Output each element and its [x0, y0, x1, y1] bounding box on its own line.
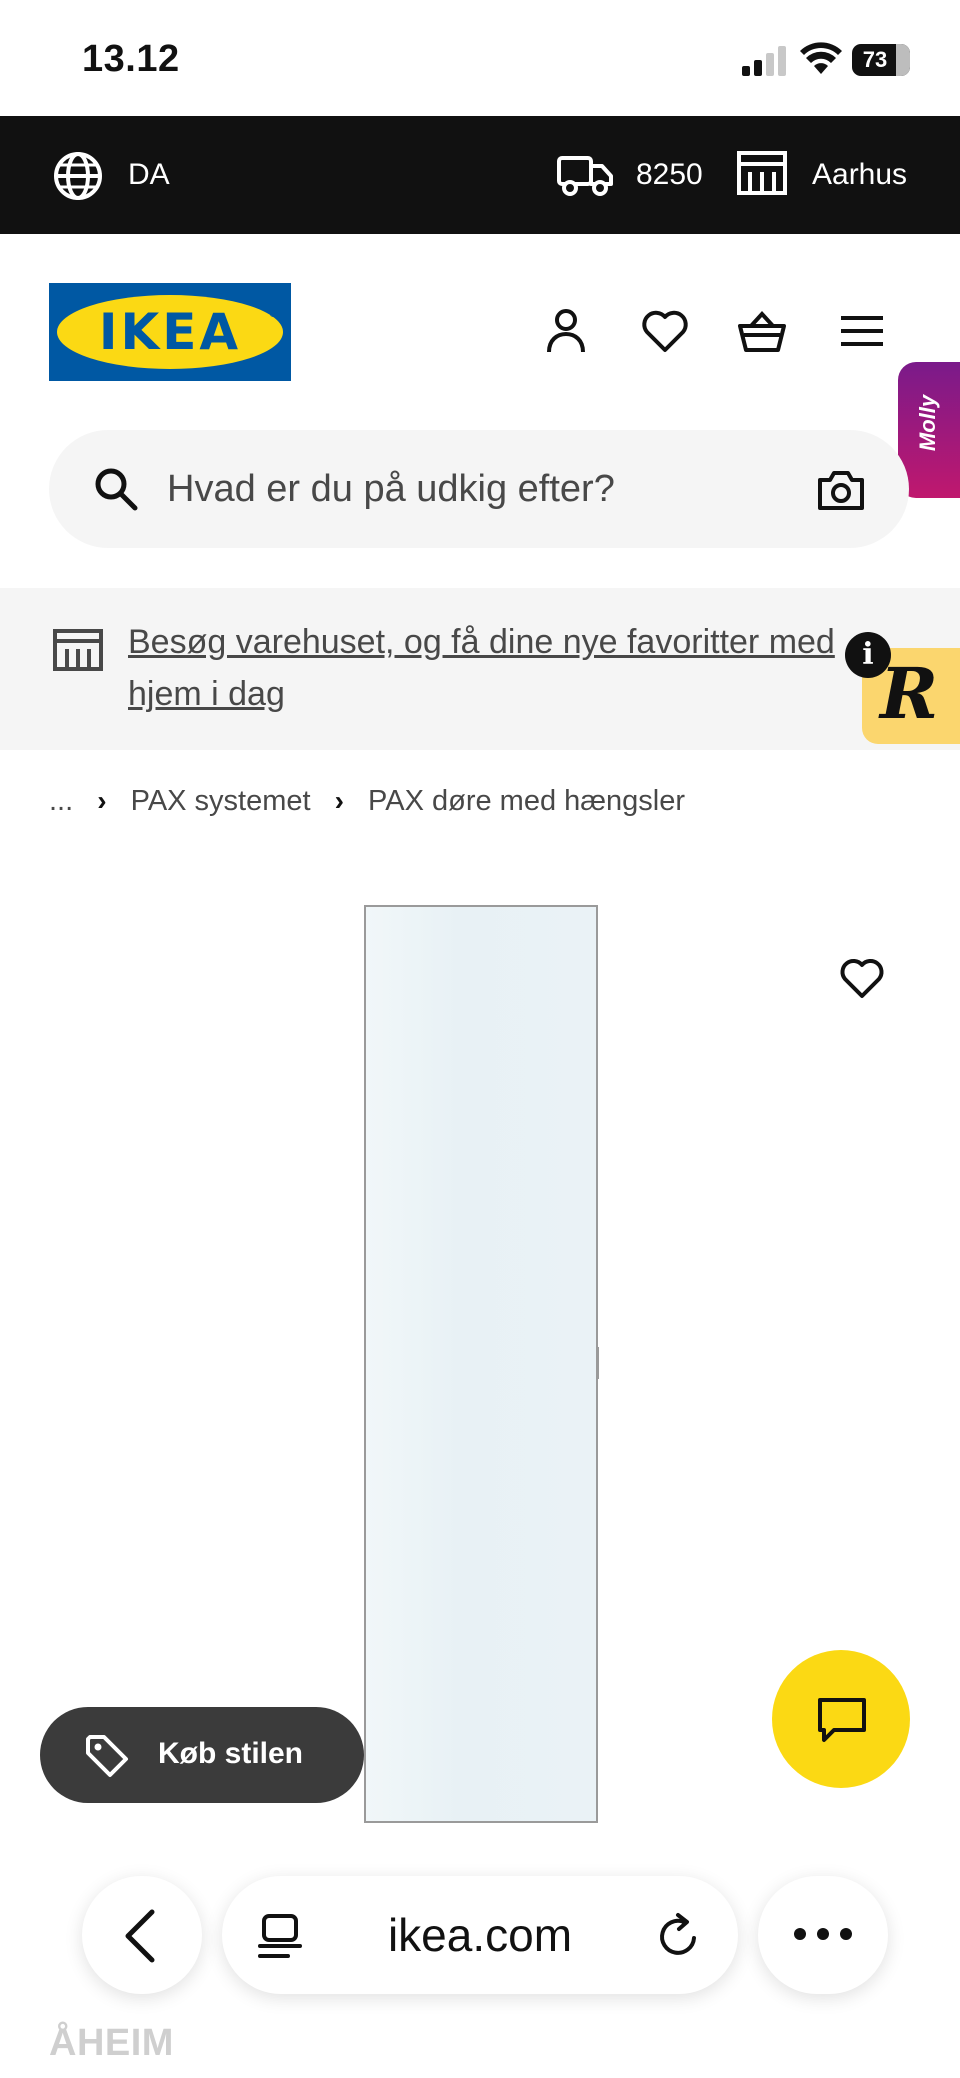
battery-indicator: 73 [852, 44, 910, 76]
reload-icon[interactable] [654, 1912, 702, 1960]
chevron-left-icon [125, 1909, 155, 1963]
camera-search-icon[interactable] [817, 468, 865, 512]
cellular-signal-icon [742, 46, 786, 76]
buy-the-style-label: Køb stilen [158, 1737, 304, 1770]
favourites-heart-icon[interactable] [640, 306, 690, 356]
chat-button[interactable] [772, 1650, 910, 1788]
molly-label: Molly [915, 394, 940, 452]
globe-icon[interactable] [52, 150, 104, 202]
delivery-postcode[interactable]: 8250 [636, 158, 703, 192]
search-icon [95, 468, 138, 511]
status-bar: 13.12 73 [0, 0, 960, 116]
battery-level: 73 [862, 47, 888, 72]
search-bar[interactable] [49, 430, 909, 548]
buy-the-style-button[interactable]: Køb stilen [40, 1707, 364, 1803]
breadcrumb-pax-doors[interactable]: PAX døre med hængsler [368, 785, 685, 818]
add-to-favourites-heart-icon[interactable] [838, 956, 886, 1000]
chevron-right-icon: › [334, 785, 344, 817]
wifi-icon [800, 42, 842, 74]
breadcrumb-pax-system[interactable]: PAX systemet [131, 785, 311, 818]
more-dots-icon [794, 1928, 852, 1940]
store-selector[interactable]: Aarhus [812, 158, 907, 192]
search-input[interactable] [167, 458, 727, 520]
status-time: 13.12 [82, 38, 180, 80]
ikea-logo[interactable]: IKEA ® [49, 283, 291, 381]
breadcrumb: ... › PAX systemet › PAX døre med hængsl… [49, 784, 685, 824]
delivery-truck-icon[interactable] [556, 152, 614, 198]
info-icon[interactable]: i [845, 632, 891, 678]
browser-more-button[interactable] [758, 1876, 888, 1994]
browser-address-bar[interactable]: ikea.com [222, 1876, 738, 1994]
logo-text: IKEA [98, 303, 242, 361]
shopping-basket-icon[interactable] [737, 306, 787, 356]
breadcrumb-ellipsis[interactable]: ... [49, 785, 73, 818]
language-selector[interactable]: DA [128, 158, 170, 192]
menu-icon[interactable] [837, 306, 887, 356]
chat-bubble-icon [818, 1698, 866, 1742]
chevron-right-icon: › [97, 785, 107, 817]
store-visit-banner: Besøg varehuset, og få dine nye favoritt… [0, 588, 960, 750]
product-image-mirror-door[interactable] [364, 905, 599, 1823]
locale-bar: DA 8250 Aarhus [0, 116, 960, 234]
store-visit-link[interactable]: Besøg varehuset, og få dine nye favoritt… [128, 616, 908, 720]
price-tag-icon [86, 1735, 128, 1777]
user-account-icon[interactable] [541, 306, 591, 356]
product-name: ÅHEIM [49, 2022, 174, 2064]
browser-back-button[interactable] [82, 1876, 202, 1994]
store-icon [53, 629, 103, 671]
store-icon[interactable] [736, 150, 788, 196]
